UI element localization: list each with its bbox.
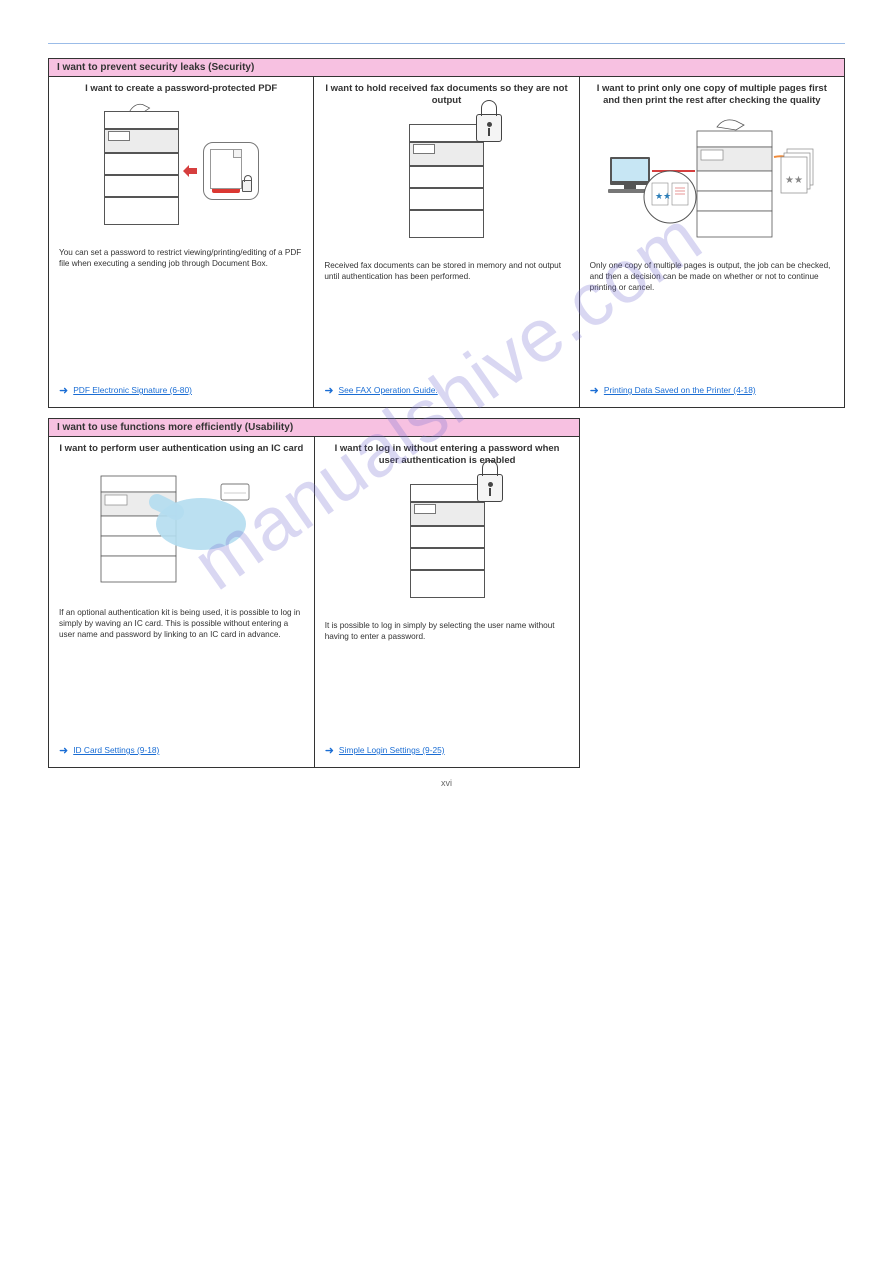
card-hold-fax: I want to hold received fax documents so… bbox=[314, 77, 579, 407]
card-text: Received fax documents can be stored in … bbox=[324, 260, 568, 381]
card-title: I want to perform user authentication us… bbox=[59, 443, 304, 455]
card-title: I want to print only one copy of multipl… bbox=[590, 83, 834, 108]
lock-icon bbox=[242, 180, 252, 192]
arrow-icon: ➜ bbox=[59, 746, 68, 757]
svg-text:★★: ★★ bbox=[655, 191, 671, 201]
card-password-pdf: I want to create a password-protected PD… bbox=[49, 77, 314, 407]
arrow-icon: ➜ bbox=[59, 386, 68, 397]
card-image-lock bbox=[324, 114, 568, 254]
arrow-icon: ➜ bbox=[324, 386, 333, 397]
section-header-usability: I want to use functions more efficiently… bbox=[49, 419, 579, 437]
card-text: If an optional authentication kit is bei… bbox=[59, 607, 304, 741]
card-title: I want to hold received fax documents so… bbox=[324, 83, 568, 108]
card-image-ic bbox=[59, 461, 304, 601]
header-divider bbox=[48, 43, 845, 44]
card-ic-card: I want to perform user authentication us… bbox=[49, 437, 315, 767]
lock-icon bbox=[476, 114, 502, 142]
card-link-fax[interactable]: See FAX Operation Guide. bbox=[339, 385, 438, 397]
section-header-security: I want to prevent security leaks (Securi… bbox=[49, 59, 844, 77]
card-simple-login: I want to log in without entering a pass… bbox=[315, 437, 580, 767]
card-text: It is possible to log in simply by selec… bbox=[325, 620, 570, 741]
card-text: Only one copy of multiple pages is outpu… bbox=[590, 260, 834, 381]
page-number: xvi bbox=[441, 778, 452, 788]
card-link-pdf[interactable]: PDF Electronic Signature (6-80) bbox=[73, 385, 192, 397]
svg-text:★★: ★★ bbox=[785, 175, 803, 186]
arrow-left-icon bbox=[183, 165, 199, 177]
card-title: I want to create a password-protected PD… bbox=[59, 83, 303, 95]
card-image-proof: ★★ ★★ bbox=[590, 114, 834, 254]
arrow-icon: ➜ bbox=[325, 746, 334, 757]
section-usability: I want to use functions more efficiently… bbox=[48, 418, 580, 768]
card-link-ic[interactable]: ID Card Settings (9-18) bbox=[73, 745, 159, 757]
lock-icon bbox=[477, 474, 503, 502]
card-image-simplelogin bbox=[325, 474, 570, 614]
card-text: You can set a password to restrict viewi… bbox=[59, 247, 303, 381]
arrow-icon: ➜ bbox=[590, 386, 599, 397]
card-proof-print: I want to print only one copy of multipl… bbox=[580, 77, 844, 407]
card-link-simplelogin[interactable]: Simple Login Settings (9-25) bbox=[339, 745, 445, 757]
card-link-proof[interactable]: Printing Data Saved on the Printer (4-18… bbox=[604, 385, 756, 397]
card-title: I want to log in without entering a pass… bbox=[325, 443, 570, 468]
section-security: I want to prevent security leaks (Securi… bbox=[48, 58, 845, 408]
card-image-pdf: PDF bbox=[59, 101, 303, 241]
